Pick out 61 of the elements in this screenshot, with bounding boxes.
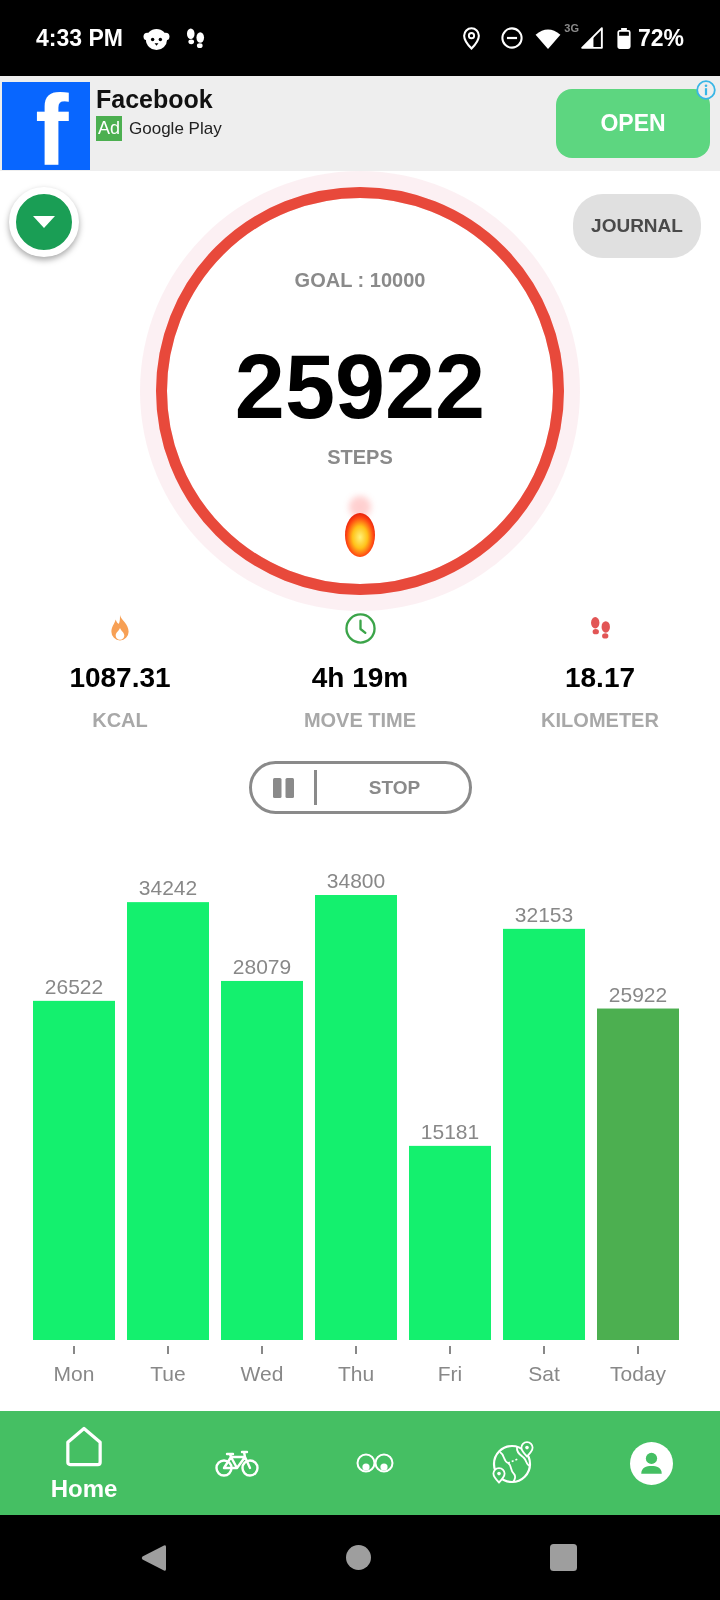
goal-text: GOAL : 10000 <box>294 268 426 292</box>
nav-tab[interactable]: Home <box>50 1411 118 1515</box>
footprints-icon <box>589 616 611 640</box>
location-icon <box>463 26 481 50</box>
recents-icon[interactable] <box>550 1544 577 1571</box>
axis-tick <box>637 1346 639 1354</box>
bar-value-label: 32153 <box>514 902 574 926</box>
signal-icon <box>580 27 603 49</box>
day-label: Wed <box>240 1362 284 1385</box>
day-label: Today <box>610 1362 666 1385</box>
info-icon[interactable] <box>696 80 716 100</box>
stat-value: 4h 19m <box>311 661 409 695</box>
ad-title: Facebook <box>96 85 214 113</box>
bar-value-label: 15181 <box>420 1119 480 1143</box>
stat-label: KCAL <box>92 708 148 732</box>
network-type: 3G <box>564 22 579 34</box>
day-label: Thu <box>337 1362 375 1385</box>
open-button[interactable]: OPEN <box>556 89 710 158</box>
profile-icon <box>629 1441 673 1485</box>
battery-icon <box>616 27 631 49</box>
stat-label: MOVE TIME <box>303 708 417 732</box>
day-label: Sat <box>528 1362 560 1385</box>
stat-value: 1087.31 <box>69 661 171 695</box>
axis-tick <box>543 1346 545 1354</box>
ad-source: Google Play <box>129 118 222 140</box>
globe-icon <box>491 1441 535 1485</box>
stop-button[interactable]: STOP <box>316 765 469 810</box>
flame-icon <box>109 614 131 642</box>
app-logo: f <box>2 82 90 170</box>
stat-label: KILOMETER <box>541 708 659 732</box>
axis-tick <box>449 1346 451 1354</box>
clock-icon <box>344 612 376 644</box>
bar-value-label: 25922 <box>608 982 668 1006</box>
caret-down-icon <box>33 216 55 228</box>
day-label: Tue <box>150 1362 186 1385</box>
wifi-icon <box>535 27 562 49</box>
stat-value: 18.17 <box>564 661 636 695</box>
do-not-disturb-icon <box>501 27 524 49</box>
home-icon[interactable] <box>345 1545 371 1570</box>
home-icon <box>65 1426 103 1467</box>
bicycle-icon <box>215 1449 259 1477</box>
bar-value-label: 34242 <box>138 876 198 900</box>
bar-value-label: 28079 <box>232 954 292 978</box>
back-icon[interactable] <box>141 1543 166 1572</box>
eyes-icon <box>356 1453 394 1473</box>
axis-tick <box>167 1346 169 1354</box>
step-count: 25922 <box>234 342 486 432</box>
axis-tick <box>73 1346 75 1354</box>
bar-value-label: 34800 <box>326 869 386 892</box>
journal-button[interactable]: JOURNAL <box>573 194 701 258</box>
steps-label: STEPS <box>327 445 393 469</box>
day-label: Fri <box>437 1362 463 1385</box>
battery-percent: 72% <box>637 24 684 52</box>
pause-icon <box>273 777 294 798</box>
axis-tick <box>261 1346 263 1354</box>
day-label: Mon <box>53 1362 95 1385</box>
axis-tick <box>355 1346 357 1354</box>
bar-value-label: 26522 <box>44 974 104 998</box>
footprints-icon <box>185 27 205 49</box>
clock-time: 4:33 PM <box>36 24 123 52</box>
ad-tag: Ad <box>96 116 123 141</box>
